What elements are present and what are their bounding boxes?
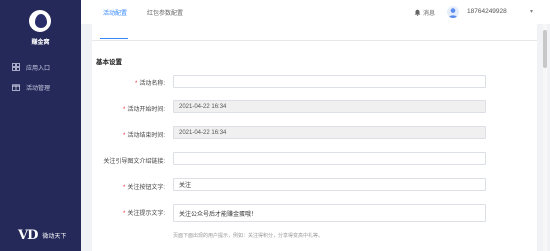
tab-activity-config[interactable]: 活动配置 (103, 8, 127, 17)
follow-tip-text-label: * 关注提示文字: (122, 211, 165, 217)
brand-text: 微动天下 (42, 234, 67, 240)
required-mark: * (122, 133, 126, 139)
logo-drop-icon (35, 14, 47, 28)
required-mark: * (122, 211, 126, 217)
follow-button-text-label: * 关注按钮文字: (122, 185, 165, 191)
guide-link-label: 关注引导图文介绍链接: (103, 159, 165, 165)
gift-icon (12, 84, 20, 91)
brand-logo-mark: VD (18, 228, 38, 243)
brand-footer: VD 微动天下 (18, 228, 66, 243)
start-time-input[interactable]: 2021-04-22 16:34 (173, 100, 486, 113)
active-tab-indicator (100, 38, 128, 39)
sidebar-item-label: 应用入口 (26, 65, 51, 72)
guide-link-input[interactable] (173, 152, 486, 165)
end-time-label: * 活动结束时间: (122, 133, 165, 139)
section-title: 基本设置 (96, 59, 122, 66)
avatar[interactable] (447, 6, 459, 18)
required-mark: * (122, 185, 126, 191)
notification-button[interactable]: 消息 (414, 8, 435, 17)
tab-red-packet-config[interactable]: 红包参数配置 (147, 8, 183, 17)
chevron-down-icon[interactable]: ▾ (530, 8, 533, 15)
bell-icon (414, 9, 421, 16)
grid-icon (12, 63, 20, 71)
required-mark: * (134, 81, 138, 87)
tab-bar (92, 18, 537, 41)
logo-text: 赚金窝 (31, 40, 50, 46)
notice-label: 消息 (423, 11, 436, 17)
sidebar-item-activity-manage[interactable]: 活动管理 (12, 81, 50, 93)
follow-tip-text-input[interactable]: 关注公众号后才能赚金蛋哦！ (173, 204, 486, 222)
scrollbar-thumb[interactable] (543, 30, 547, 68)
sidebar-item-app-entry[interactable]: 应用入口 (12, 61, 50, 73)
required-mark: * (122, 107, 126, 113)
end-time-input[interactable]: 2021-04-22 16:34 (173, 126, 486, 139)
start-time-label: * 活动开始时间: (122, 107, 165, 113)
user-phone[interactable]: 18764249928 (467, 8, 507, 15)
activity-name-label: * 活动名称: (134, 81, 165, 87)
activity-name-input[interactable] (173, 75, 486, 88)
follow-button-text-input[interactable]: 关注 (173, 178, 486, 191)
sidebar-item-label: 活动管理 (26, 85, 51, 92)
user-avatar-icon (448, 8, 458, 18)
follow-tip-hint: 页面下面出现的用户提示，例如：关注得积分，分享得变高中礼等。 (173, 233, 324, 239)
